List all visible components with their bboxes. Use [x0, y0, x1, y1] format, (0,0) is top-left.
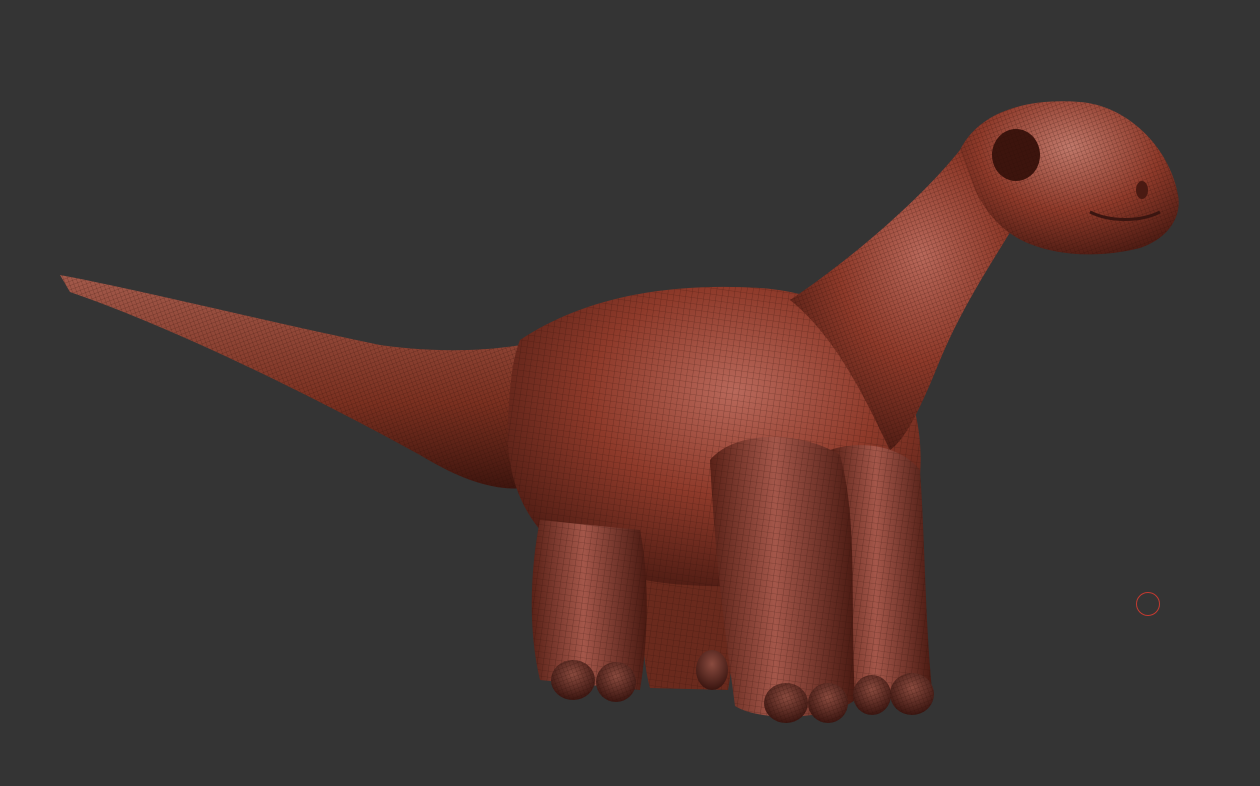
dinosaur-nostril: [1136, 181, 1148, 199]
dinosaur-model[interactable]: [0, 0, 1260, 786]
back-near-leg: [531, 520, 647, 690]
dinosaur-tail: [60, 275, 580, 489]
front-near-leg: [710, 436, 855, 717]
3d-viewport[interactable]: [0, 0, 1260, 786]
toe: [696, 650, 728, 690]
